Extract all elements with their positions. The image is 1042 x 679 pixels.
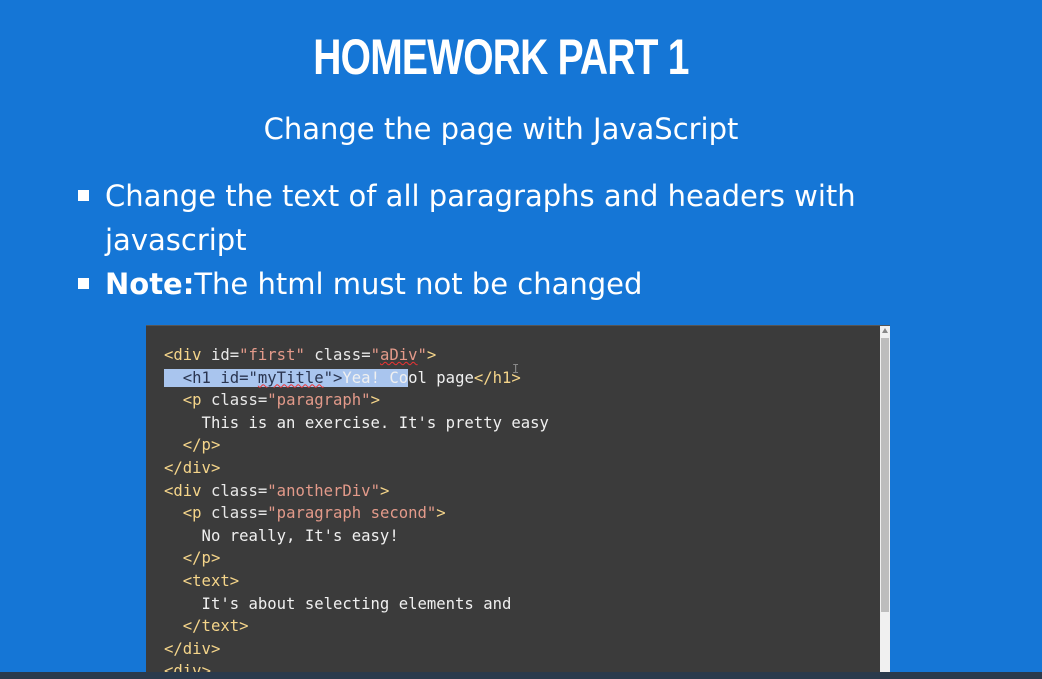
vertical-scrollbar[interactable]: [880, 326, 890, 674]
code-line[interactable]: <p class="paragraph second">: [164, 502, 549, 525]
slide-title: HOMEWORK PART 1: [313, 29, 689, 85]
code-line[interactable]: </div>: [164, 638, 549, 661]
slide-subtitle: Change the page with JavaScript: [263, 112, 739, 146]
bullet-text: Change the text of all paragraphs and he…: [105, 179, 856, 257]
code-line[interactable]: </p>: [164, 434, 549, 457]
bullet-bold-prefix: Note:: [105, 267, 195, 301]
bullet-text: The html must not be changed: [194, 267, 643, 301]
code-line[interactable]: <div id="first" class="aDiv">: [164, 344, 549, 367]
code-line[interactable]: </text>: [164, 615, 549, 638]
bullet-square-icon: [78, 278, 89, 289]
bullet-item: Note:The html must not be changed: [76, 262, 876, 306]
code-line[interactable]: </p>: [164, 547, 549, 570]
code-line[interactable]: This is an exercise. It's pretty easy: [164, 412, 549, 435]
scroll-up-arrow-icon[interactable]: [882, 328, 888, 333]
scroll-thumb[interactable]: [881, 338, 889, 612]
slide: HOMEWORK PART 1 Change the page with Jav…: [0, 0, 1042, 674]
code-block[interactable]: <div id="first" class="aDiv"> <h1 id="my…: [164, 344, 549, 674]
code-line[interactable]: <h1 id="myTitle">Yea! Cool page</h1>: [164, 367, 549, 390]
taskbar-strip: [0, 672, 1042, 679]
text-selection: <h1 id="myTitle">Yea! Co: [164, 368, 409, 387]
code-line[interactable]: <text>: [164, 570, 549, 593]
bullet-item: Change the text of all paragraphs and he…: [76, 174, 876, 262]
bullet-list: Change the text of all paragraphs and he…: [76, 174, 876, 306]
code-line[interactable]: <div class="anotherDiv">: [164, 480, 549, 503]
code-line[interactable]: No really, It's easy!: [164, 525, 549, 548]
text-cursor-icon: I: [512, 362, 520, 376]
code-line[interactable]: <p class="paragraph">: [164, 389, 549, 412]
code-editor[interactable]: <div id="first" class="aDiv"> <h1 id="my…: [146, 325, 890, 674]
code-line[interactable]: </div>: [164, 457, 549, 480]
code-line[interactable]: It's about selecting elements and: [164, 593, 549, 616]
bullet-square-icon: [78, 190, 89, 201]
